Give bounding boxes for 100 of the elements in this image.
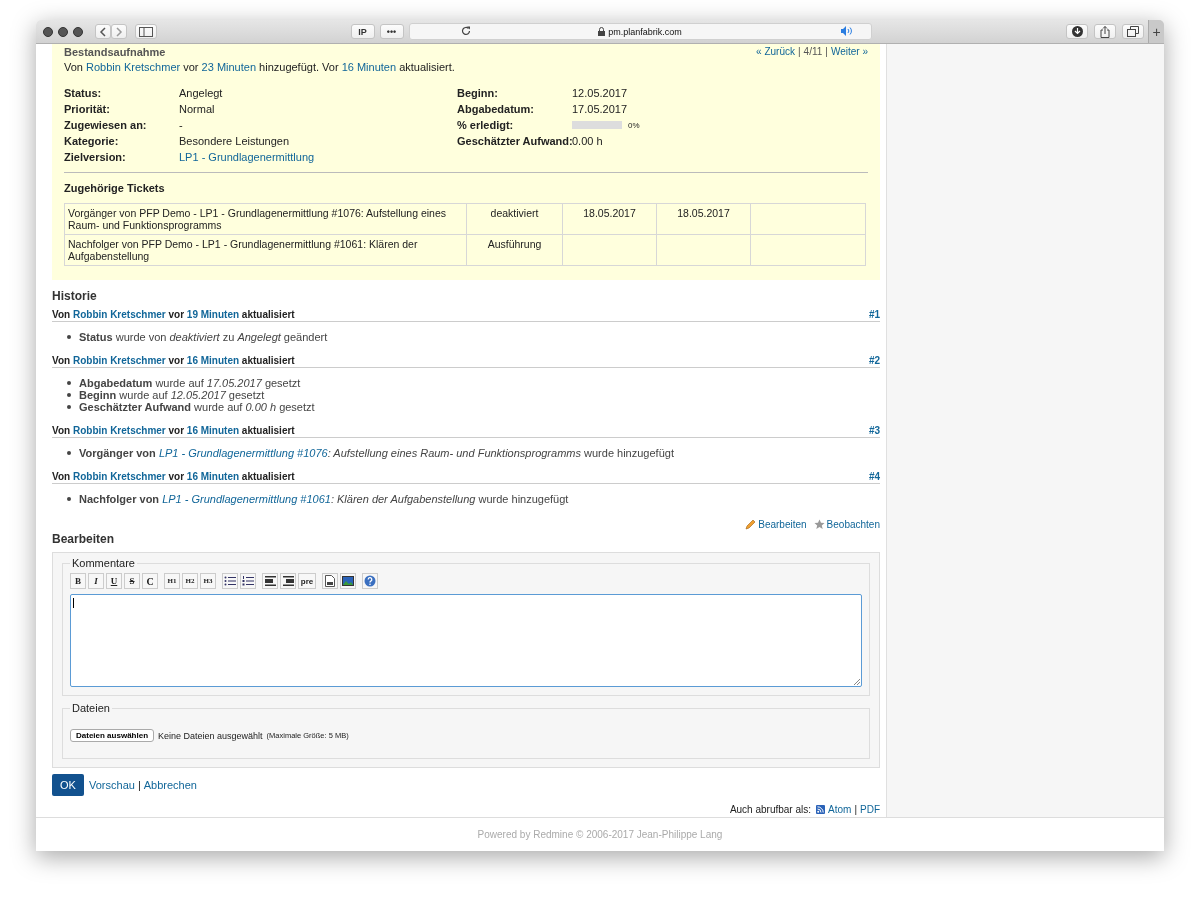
star-icon bbox=[813, 519, 825, 530]
table-cell: deaktiviert bbox=[490, 207, 539, 219]
ticket-link[interactable]: LP1 - Grundlagenermittlung #1076 bbox=[158, 447, 328, 459]
format-button[interactable]: I bbox=[88, 573, 104, 589]
journal-header: Von Robbin Kretschmer vor 16 Minuten aktualisiert bbox=[52, 425, 295, 436]
speaker-icon[interactable] bbox=[840, 26, 853, 36]
section-title: Zugehörige Tickets bbox=[64, 182, 166, 194]
format-button[interactable]: pre bbox=[298, 573, 316, 589]
extension-button[interactable]: IP bbox=[350, 24, 375, 39]
issue-counter: 4/11 bbox=[803, 46, 823, 57]
journal-header: Von Robbin Kretschmer vor 16 Minuten aktualisiert bbox=[52, 471, 295, 482]
address-bar[interactable]: pm.planfabrik.com bbox=[408, 23, 872, 40]
resize-handle-icon[interactable] bbox=[854, 679, 860, 685]
attribute-value: Normal bbox=[179, 103, 215, 115]
format-button[interactable]: U bbox=[106, 573, 122, 589]
back-button[interactable] bbox=[95, 24, 111, 39]
journal-link[interactable]: Robbin Kretschmer bbox=[72, 309, 166, 320]
journal-number-link[interactable]: #4 bbox=[868, 471, 880, 482]
comment-textarea[interactable] bbox=[70, 594, 862, 687]
bullet-icon bbox=[67, 335, 71, 339]
pdf-link[interactable]: PDF bbox=[860, 804, 880, 815]
ul-button[interactable] bbox=[222, 573, 238, 589]
table-cell: 18.05.2017 bbox=[677, 207, 730, 219]
attribute-label: Priorität: bbox=[64, 103, 111, 115]
outdent-button[interactable] bbox=[280, 573, 296, 589]
attribute-label: % erledigt: bbox=[457, 119, 515, 131]
atom-link[interactable]: Atom bbox=[828, 804, 852, 815]
bullet-icon bbox=[67, 497, 71, 501]
journal-header: Von Robbin Kretschmer vor 19 Minuten aktualisiert bbox=[52, 309, 295, 320]
sidebar-button[interactable] bbox=[135, 24, 157, 39]
window-close-button[interactable] bbox=[43, 26, 53, 37]
attribute-label: Geschätzter Aufwand: bbox=[457, 135, 572, 147]
extension-button[interactable]: ••• bbox=[379, 24, 404, 39]
new-tab-button[interactable]: + bbox=[1148, 20, 1164, 43]
ol-button[interactable] bbox=[240, 573, 256, 589]
page-button[interactable] bbox=[322, 573, 338, 589]
attribute-value: - bbox=[179, 119, 183, 131]
journal-number-link[interactable]: #2 bbox=[868, 355, 880, 366]
format-button[interactable]: C bbox=[142, 573, 158, 589]
journal-number-link[interactable]: #3 bbox=[868, 425, 880, 436]
bullet-icon bbox=[67, 381, 71, 385]
format-button[interactable]: S bbox=[124, 573, 140, 589]
separator: | bbox=[798, 46, 801, 57]
indent-button[interactable] bbox=[262, 573, 278, 589]
format-button[interactable]: B bbox=[70, 573, 86, 589]
file-status: Keine Dateien ausgewählt bbox=[158, 730, 263, 741]
previous-link[interactable]: « Zurück bbox=[756, 46, 795, 57]
attribute-label: Kategorie: bbox=[64, 135, 120, 147]
journal-detail: Beginn wurde auf 12.05.2017 gesetzt bbox=[79, 389, 265, 401]
pencil-icon bbox=[745, 519, 757, 530]
image-button[interactable] bbox=[340, 573, 356, 589]
bullet-icon bbox=[67, 405, 71, 409]
ticket-link[interactable]: LP1 - Grundlagenermittlung #1061 bbox=[162, 493, 331, 505]
window-minimize-button[interactable] bbox=[58, 26, 68, 37]
cancel-link[interactable]: Abbrechen bbox=[143, 779, 197, 791]
journal-detail: Status wurde von deaktiviert zu Angelegt geändert bbox=[79, 331, 328, 343]
journal-link[interactable]: 19 Minuten bbox=[186, 309, 240, 320]
journal-link[interactable]: Robbin Kretschmer bbox=[72, 425, 166, 436]
attribute-value: 0.00 h bbox=[572, 135, 603, 147]
table-cell: Vorgänger von PFP Demo - LP1 - Grundlagenermittlung #1076: Aufstellung eines Raum- und Funktionsprogramms bbox=[68, 207, 447, 231]
watch-link[interactable]: Beobachten bbox=[813, 519, 880, 530]
progress-value: 0% bbox=[628, 120, 640, 130]
choose-files-button[interactable]: Dateien auswählen bbox=[70, 729, 155, 742]
next-link[interactable]: Weiter » bbox=[830, 46, 868, 57]
journal-link[interactable]: Robbin Kretschmer bbox=[72, 355, 166, 366]
tabs-button[interactable] bbox=[1122, 24, 1144, 39]
attribute-value: Besondere Leistungen bbox=[179, 135, 290, 147]
attribute-label: Abgabedatum: bbox=[457, 103, 535, 115]
ok-button[interactable]: OK bbox=[52, 774, 84, 796]
attribute-label: Status: bbox=[64, 87, 103, 99]
attribute-link[interactable]: LP1 - Grundlagenermittlung bbox=[179, 151, 315, 163]
meta-link[interactable]: Robbin Kretschmer bbox=[86, 61, 181, 73]
table-cell: 18.05.2017 bbox=[583, 207, 636, 219]
journal-detail: Abgabedatum wurde auf 17.05.2017 gesetzt bbox=[79, 377, 301, 389]
journal-number-link[interactable]: #1 bbox=[868, 309, 880, 320]
journal-link[interactable]: 16 Minuten bbox=[186, 425, 240, 436]
window-zoom-button[interactable] bbox=[73, 26, 83, 37]
preview-link[interactable]: Vorschau bbox=[89, 779, 135, 791]
meta-link[interactable]: 16 Minuten bbox=[341, 61, 397, 73]
table-cell: Ausführung bbox=[487, 238, 542, 250]
edit-link[interactable]: Bearbeiten bbox=[745, 519, 807, 530]
lock-icon bbox=[598, 27, 606, 36]
journal-link[interactable]: 16 Minuten bbox=[186, 471, 240, 482]
share-button[interactable] bbox=[1094, 24, 1116, 39]
attribute-label: Zielversion: bbox=[64, 151, 127, 163]
section-title: Historie bbox=[52, 289, 98, 303]
feed-icon bbox=[816, 805, 826, 814]
group-legend: Kommentare bbox=[70, 557, 137, 569]
journal-detail: Nachfolger von LP1 - Grundlagenermittlung #1061: Klären der Aufgabenstellung wurde hinzugefügt bbox=[79, 493, 569, 505]
attribute-value: Angelegt bbox=[179, 87, 223, 99]
chevron-right-icon bbox=[115, 26, 123, 37]
issue-title: Bestandsaufnahme bbox=[64, 45, 166, 58]
separator: | bbox=[854, 804, 857, 815]
download-button[interactable] bbox=[1066, 24, 1088, 39]
chevron-left-icon bbox=[99, 26, 107, 37]
attribute-label: Zugewiesen an: bbox=[64, 119, 148, 131]
journal-link[interactable]: 16 Minuten bbox=[186, 355, 240, 366]
help-button[interactable] bbox=[362, 573, 378, 589]
meta-link[interactable]: 23 Minuten bbox=[201, 61, 257, 73]
journal-link[interactable]: Robbin Kretschmer bbox=[72, 471, 166, 482]
